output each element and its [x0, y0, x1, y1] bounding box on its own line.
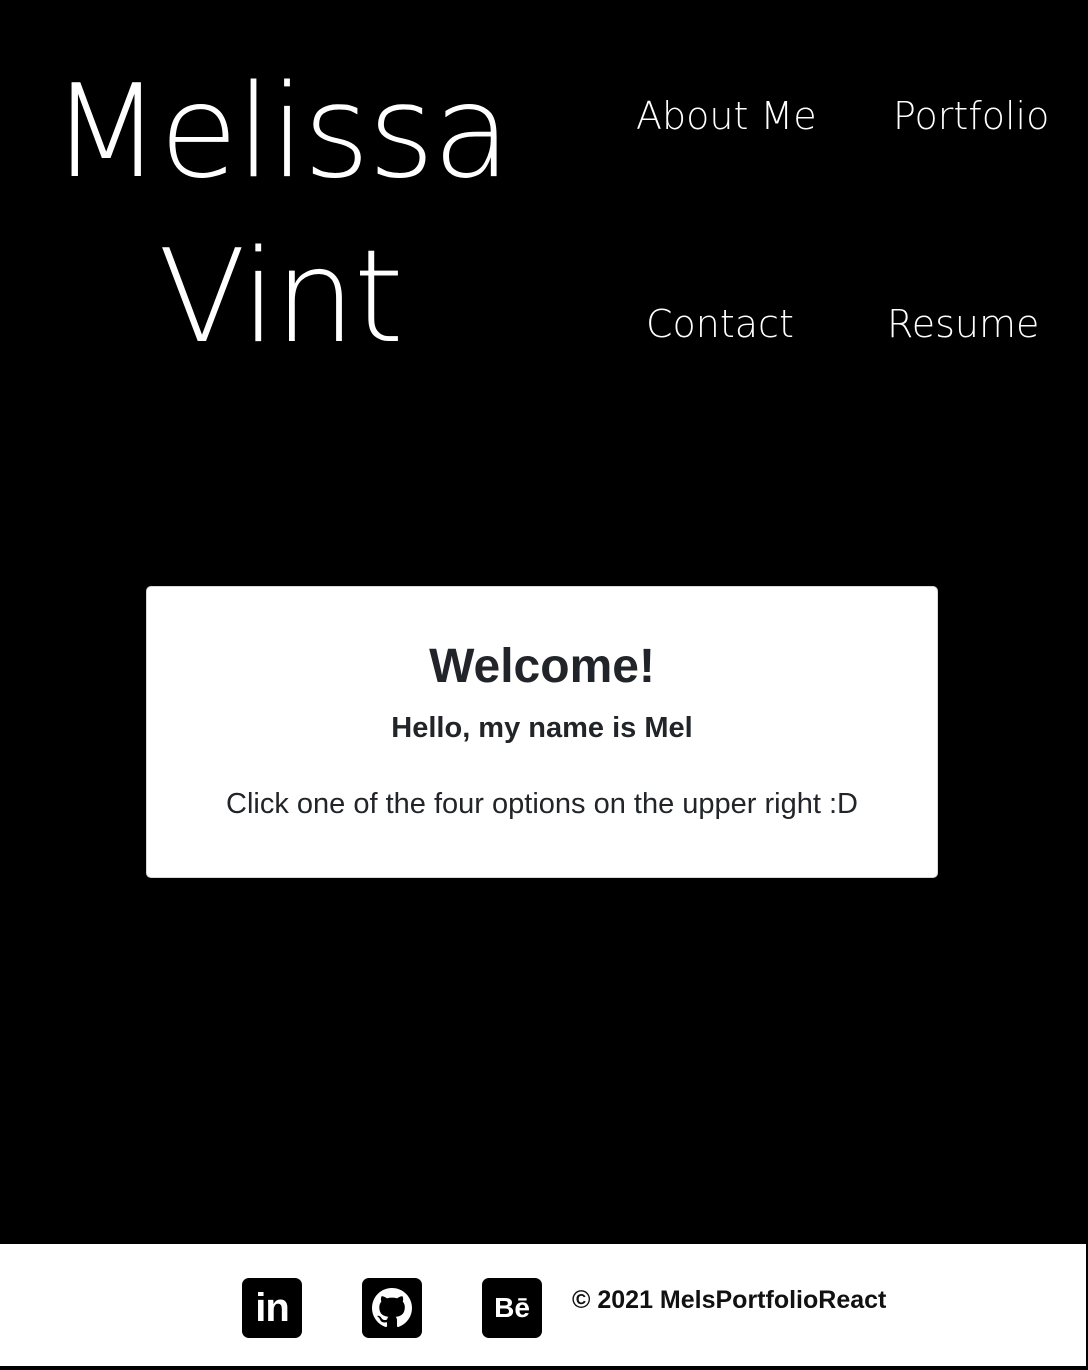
github-link[interactable]	[362, 1278, 422, 1338]
site-title-line2: Vint	[158, 223, 404, 372]
linkedin-icon: in	[255, 1285, 290, 1330]
nav-resume[interactable]: Resume	[887, 302, 1039, 346]
site-title: Melissa Vint	[0, 50, 560, 380]
welcome-subtitle: Hello, my name is Mel	[391, 712, 693, 744]
linkedin-link[interactable]: in	[242, 1278, 302, 1338]
nav-portfolio[interactable]: Portfolio	[893, 94, 1049, 138]
github-icon	[372, 1288, 412, 1328]
site-header: Melissa Vint About Me Portfolio Contact …	[0, 0, 1088, 420]
nav-contact[interactable]: Contact	[646, 302, 794, 346]
welcome-body: Click one of the four options on the upp…	[226, 788, 858, 820]
site-title-line1: Melissa	[50, 58, 511, 207]
behance-link[interactable]: Bē	[482, 1278, 542, 1338]
welcome-title: Welcome!	[429, 640, 655, 693]
behance-icon: Bē	[494, 1292, 530, 1323]
site-footer: in Bē © 2021 MelsPortfolioReact	[0, 1244, 1086, 1368]
welcome-card: Welcome! Hello, my name is Mel Click one…	[146, 586, 938, 878]
nav-about-me[interactable]: About Me	[636, 94, 817, 138]
copyright-text: © 2021 MelsPortfolioReact	[572, 1286, 887, 1314]
